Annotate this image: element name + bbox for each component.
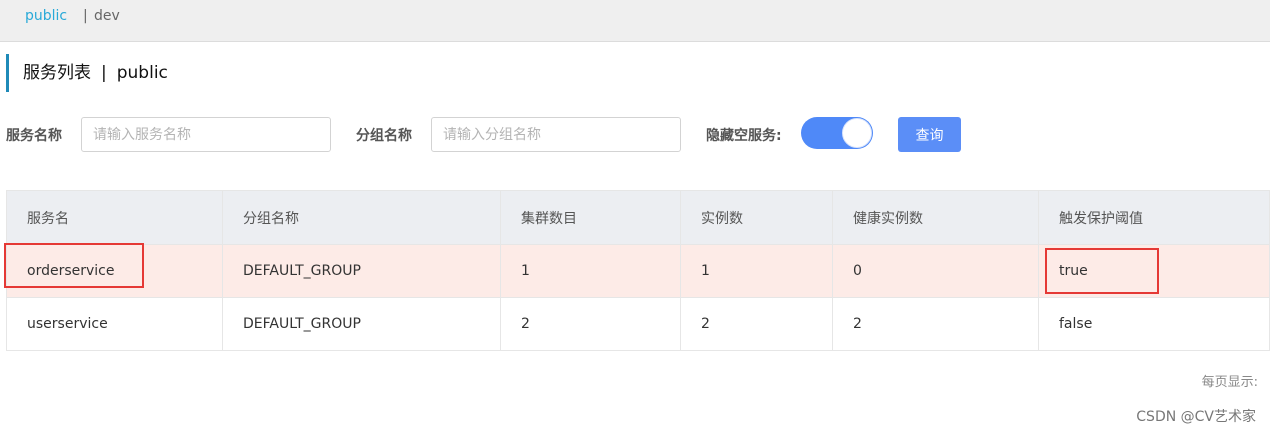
cell-protect-threshold: false xyxy=(1038,297,1270,351)
query-button[interactable]: 查询 xyxy=(898,117,961,152)
col-healthy-count: 健康实例数 xyxy=(832,190,1039,245)
service-name-input[interactable] xyxy=(81,117,331,152)
namespace-dev-link[interactable]: dev xyxy=(94,8,120,24)
cell-service-name: userservice xyxy=(6,297,223,351)
cell-instance-count: 2 xyxy=(680,297,833,351)
service-name-label: 服务名称 xyxy=(6,128,62,144)
hide-empty-toggle[interactable] xyxy=(801,117,873,149)
col-service-name: 服务名 xyxy=(6,190,223,245)
namespace-bar: public | dev xyxy=(0,0,1270,42)
group-name-label: 分组名称 xyxy=(356,128,412,144)
per-page-label: 每页显示: xyxy=(1201,375,1258,390)
col-instance-count: 实例数 xyxy=(680,190,833,245)
watermark: CSDN @CV艺术家 xyxy=(1136,409,1256,425)
cell-cluster-count: 1 xyxy=(500,244,681,298)
table-row[interactable]: userservice DEFAULT_GROUP 2 2 2 false xyxy=(6,297,1270,351)
col-cluster-count: 集群数目 xyxy=(500,190,681,245)
page-title-text: 服务列表 xyxy=(23,63,91,83)
cell-protect-threshold: true xyxy=(1038,244,1270,298)
page-title-namespace: public xyxy=(116,63,168,83)
namespace-public-link[interactable]: public xyxy=(25,8,67,24)
hide-empty-label: 隐藏空服务: xyxy=(706,128,782,144)
cell-cluster-count: 2 xyxy=(500,297,681,351)
cell-healthy-count: 0 xyxy=(832,244,1039,298)
cell-service-name: orderservice xyxy=(6,244,223,298)
namespace-separator: | xyxy=(83,8,88,24)
service-table: 服务名 分组名称 集群数目 实例数 健康实例数 触发保护阈值 orderserv… xyxy=(6,190,1270,351)
cell-healthy-count: 2 xyxy=(832,297,1039,351)
page-title-separator: | xyxy=(101,63,107,83)
page-title: 服务列表 | public xyxy=(6,54,168,92)
group-name-input[interactable] xyxy=(431,117,681,152)
cell-group-name: DEFAULT_GROUP xyxy=(222,244,501,298)
col-group-name: 分组名称 xyxy=(222,190,501,245)
cell-instance-count: 1 xyxy=(680,244,833,298)
cell-group-name: DEFAULT_GROUP xyxy=(222,297,501,351)
col-protect-threshold: 触发保护阈值 xyxy=(1038,190,1270,245)
toggle-knob xyxy=(842,118,872,148)
table-header-row: 服务名 分组名称 集群数目 实例数 健康实例数 触发保护阈值 xyxy=(6,190,1270,245)
table-row[interactable]: orderservice DEFAULT_GROUP 1 1 0 true xyxy=(6,244,1270,298)
